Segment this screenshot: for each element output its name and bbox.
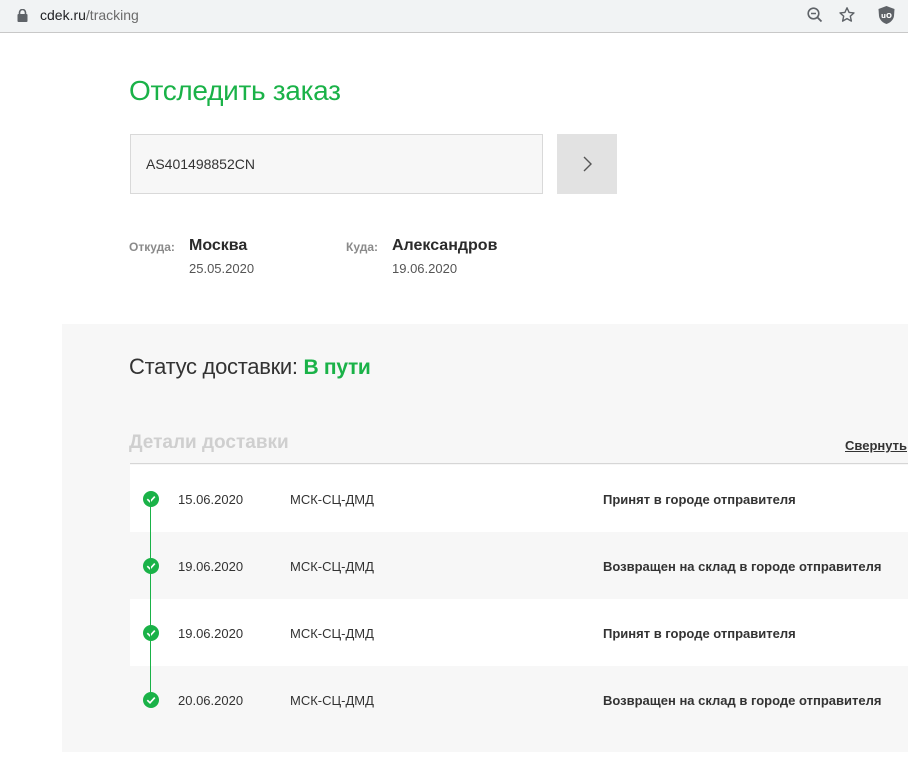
timeline-connector (150, 499, 151, 700)
delivery-details-title: Детали доставки (129, 432, 289, 453)
event-date: 19.06.2020 (178, 559, 244, 574)
tracking-event-row: 15.06.2020 МСК-СЦ-ДМД Принят в городе от… (130, 465, 908, 532)
event-place: МСК-СЦ-ДМД (290, 693, 374, 708)
check-circle-icon (143, 625, 159, 641)
tracking-number-input[interactable] (130, 134, 543, 194)
chevron-right-icon (583, 156, 592, 172)
tracking-event-row: 19.06.2020 МСК-СЦ-ДМД Возвращен на склад… (130, 532, 908, 599)
delivery-status: Статус доставки: В пути (129, 353, 371, 382)
event-date: 15.06.2020 (178, 492, 244, 507)
event-status: Возвращен на склад в городе отправителя (603, 693, 882, 708)
to-label: Куда: (346, 240, 378, 254)
delivery-status-value: В пути (303, 356, 371, 379)
url-host: cdek.ru (40, 7, 86, 23)
url-text[interactable]: cdek.ru/tracking (40, 7, 139, 23)
event-place: МСК-СЦ-ДМД (290, 559, 374, 574)
from-label: Откуда: (129, 240, 175, 254)
event-date: 20.06.2020 (178, 693, 244, 708)
details-divider (130, 463, 908, 464)
url-path: /tracking (85, 7, 139, 23)
zoom-icon[interactable] (806, 6, 824, 24)
check-circle-icon (143, 491, 159, 507)
collapse-details-link[interactable]: Свернуть (845, 438, 907, 453)
event-place: МСК-СЦ-ДМД (290, 492, 374, 507)
to-date: 19.06.2020 (392, 261, 458, 276)
to-city: Александров (392, 237, 498, 254)
check-circle-icon (143, 558, 159, 574)
check-circle-icon (143, 692, 159, 708)
extension-icon[interactable]: uO (877, 5, 896, 25)
event-place: МСК-СЦ-ДМД (290, 626, 374, 641)
tracking-event-row: 20.06.2020 МСК-СЦ-ДМД Возвращен на склад… (130, 666, 908, 733)
from-date: 25.05.2020 (189, 261, 255, 276)
star-icon[interactable] (838, 6, 856, 24)
from-city: Москва (189, 237, 248, 254)
track-submit-button[interactable] (557, 134, 617, 194)
event-status: Принят в городе отправителя (603, 626, 796, 641)
tracking-event-row: 19.06.2020 МСК-СЦ-ДМД Принят в городе от… (130, 599, 908, 666)
delivery-status-label: Статус доставки: (129, 354, 298, 379)
lock-icon (17, 9, 28, 22)
event-status: Возвращен на склад в городе отправителя (603, 559, 882, 574)
event-status: Принят в городе отправителя (603, 492, 796, 507)
event-date: 19.06.2020 (178, 626, 244, 641)
browser-address-bar: cdek.ru/tracking uO (0, 0, 908, 33)
svg-text:uO: uO (881, 12, 892, 20)
page-title: Отследить заказ (129, 75, 341, 106)
